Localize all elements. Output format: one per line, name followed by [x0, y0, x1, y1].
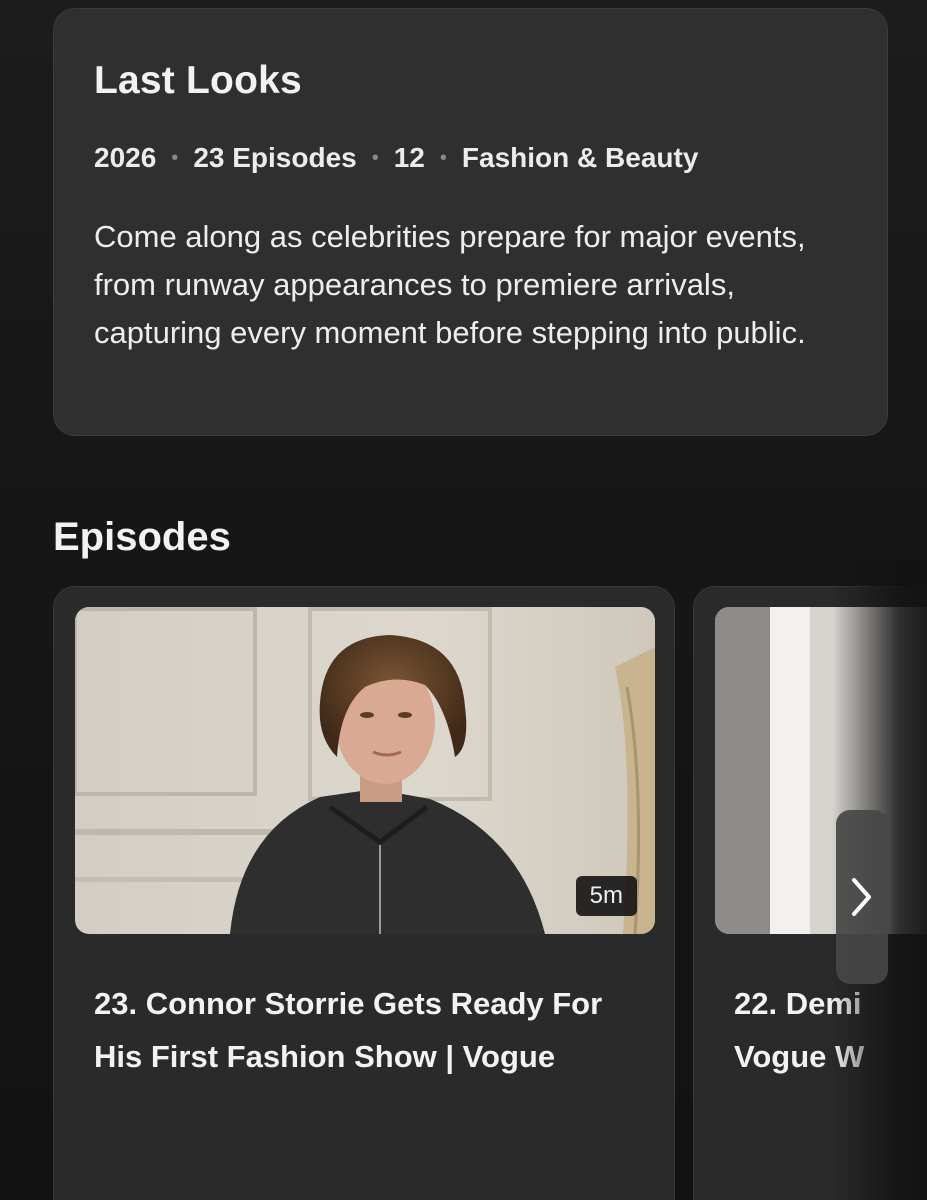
episode-thumbnail-image	[75, 607, 655, 934]
episode-title[interactable]: 23. Connor Storrie Gets Ready For His Fi…	[94, 977, 634, 1083]
episode-thumbnail[interactable]: 5m	[75, 607, 655, 934]
episode-count: 23 Episodes	[193, 142, 357, 173]
chevron-right-icon	[852, 878, 871, 916]
show-description: Come along as celebrities prepare for ma…	[94, 219, 806, 350]
show-title: Last Looks	[94, 59, 302, 102]
episode-thumbnail-image	[715, 607, 927, 934]
meta-separator-dot: •	[371, 146, 379, 169]
episode-title-line: Vogue W	[734, 1039, 865, 1074]
episode-card[interactable]: 5m 23. Connor Storrie Gets Ready For His…	[53, 586, 675, 1200]
show-meta-row: 2026 • 23 Episodes • 12 • Fashion & Beau…	[94, 142, 698, 174]
next-episodes-button[interactable]	[836, 810, 888, 984]
show-detail-page: Last Looks 2026 • 23 Episodes • 12 • Fas…	[0, 0, 927, 1200]
meta-separator-dot: •	[171, 146, 179, 169]
episode-card[interactable]: 22. Demi Vogue W	[693, 586, 927, 1200]
show-info-card: Last Looks 2026 • 23 Episodes • 12 • Fas…	[53, 8, 888, 436]
episode-duration-badge: 5m	[575, 876, 637, 916]
episodes-heading: Episodes	[53, 515, 231, 559]
show-year: 2026	[94, 142, 157, 173]
episode-title-line: 22. Demi	[734, 986, 862, 1021]
genre-label: Fashion & Beauty	[461, 142, 699, 173]
episode-thumbnail[interactable]	[715, 607, 927, 934]
episode-title[interactable]: 22. Demi Vogue W	[734, 977, 927, 1083]
age-rating: 12	[393, 142, 425, 173]
meta-separator-dot: •	[439, 146, 447, 169]
